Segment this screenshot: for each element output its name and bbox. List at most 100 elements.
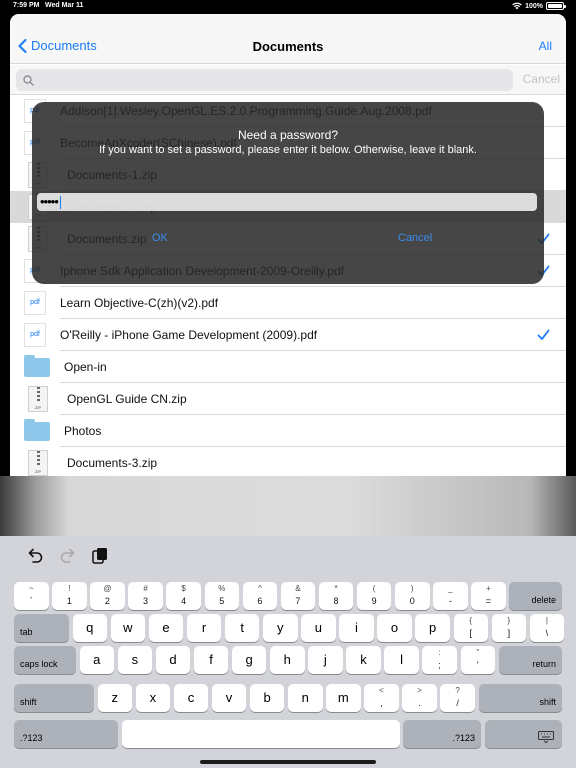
key-shift-label: * [334,584,338,593]
letter-key[interactable]: g [231,646,267,674]
key-label: ] [507,628,511,638]
file-row[interactable]: pdf O'Reilly - iPhone Game Development (2… [10,319,566,351]
symbol-key[interactable]: }] [491,614,527,642]
key-label: ; [438,660,441,670]
number-key[interactable]: ^ 6 [242,582,278,610]
file-row[interactable]: Photos [10,415,566,447]
alert-ok-button[interactable]: OK [152,232,168,244]
checkmark-icon [537,329,550,340]
password-field[interactable]: ••••• [37,193,537,211]
key-shift-label: < [379,686,384,695]
letter-key[interactable]: j [308,646,343,674]
number-key[interactable]: (9 [356,582,392,610]
letter-key[interactable]: e [148,614,184,642]
symbol-key[interactable]: " ' [460,646,495,674]
battery-percent: 100% [525,2,543,10]
key-shift-label: @ [103,584,112,593]
key-label: m [337,690,349,705]
search-field[interactable] [16,69,513,91]
shift-key-left[interactable]: shift [14,684,94,712]
key-shift-label: _ [448,584,453,593]
letter-key[interactable]: c [173,684,209,712]
symbol-key[interactable]: <, [364,684,399,712]
letter-key[interactable]: i [339,614,374,642]
letter-key[interactable]: n [288,684,323,712]
letter-key[interactable]: f [193,646,229,674]
search-input[interactable] [40,72,500,88]
number-key[interactable]: _ - [433,582,468,610]
letter-key[interactable]: x [135,684,171,712]
number-key[interactable]: @2 [90,582,125,610]
key-shift-label: ! [68,584,71,593]
letter-key[interactable]: m [326,684,361,712]
search-cancel-button[interactable]: Cancel [523,72,560,86]
number-key[interactable]: ~ ` [14,582,49,610]
select-all-button[interactable]: All [539,39,552,53]
letter-key[interactable]: w [110,614,146,642]
number-key[interactable]: % 5 [204,582,239,610]
letter-key[interactable]: a [79,646,114,674]
key-shift-label: # [143,584,148,593]
caps-lock-key[interactable]: caps lock [14,646,76,674]
letter-key[interactable]: q [72,614,107,642]
number-key[interactable]: ) 0 [395,582,430,610]
dismiss-keyboard-key[interactable] [484,720,562,748]
shift-key-right[interactable]: shift [478,684,562,712]
number-key[interactable]: & 7 [280,582,316,610]
letter-key[interactable]: o [377,614,412,642]
key-shift-label: { [469,616,473,625]
symbol-key[interactable]: ? / [440,684,475,712]
number-key[interactable]: + = [471,582,506,610]
file-row[interactable]: ZIP OpenGL Guide CN.zip [10,383,566,415]
letter-key[interactable]: d [155,646,191,674]
key-label: .?123 [20,733,43,743]
letter-key[interactable]: u [301,614,336,642]
symbol-key[interactable]: {[ [453,614,488,642]
number-key[interactable]: ! 1 [52,582,87,610]
tab-key[interactable]: tab [14,614,69,642]
undo-icon[interactable] [25,546,45,566]
key-label: 8 [333,596,339,606]
letter-key[interactable]: y [263,614,298,642]
status-bar: 7:59 PM Wed Mar 11 100% [0,0,576,14]
redo-icon[interactable] [58,546,78,566]
letter-key[interactable]: p [415,614,450,642]
numbers-key-left[interactable]: .?123 [14,720,118,748]
letter-key[interactable]: k [346,646,381,674]
folder-icon [24,419,50,441]
letter-key[interactable]: t [224,614,260,642]
number-key[interactable]: $4 [166,582,201,610]
file-row[interactable]: pdf Learn Objective-C(zh)(v2).pdf [10,287,566,319]
return-key[interactable]: return [498,646,562,674]
navigation-bar: Documents Documents All [10,14,566,64]
zip-icon-label: ZIP [34,469,42,474]
status-date: Wed Mar 11 [45,2,84,9]
file-name: OpenGL Guide CN.zip [67,392,187,406]
file-row[interactable]: Open-in [10,351,566,383]
key-shift-label: ) [410,584,414,593]
letter-key[interactable]: z [97,684,132,712]
key-label: f [209,652,213,667]
number-key[interactable]: * 8 [318,582,354,610]
space-bar[interactable] [121,720,400,748]
numbers-key-right[interactable]: .?123 [403,720,481,748]
letter-key[interactable]: r [186,614,222,642]
symbol-key[interactable]: :; [422,646,457,674]
key-label: 6 [257,596,263,606]
key-shift-label: } [507,616,511,625]
file-row[interactable]: ZIP Documents-3.zip [10,447,566,476]
symbol-key[interactable]: >. [402,684,437,712]
number-key[interactable]: #3 [128,582,163,610]
paste-icon[interactable] [90,546,110,566]
key-label: o [390,620,399,635]
blurred-backdrop [0,476,576,536]
symbol-key[interactable]: | \ [529,614,565,642]
letter-key[interactable]: v [211,684,247,712]
letter-key[interactable]: b [249,684,285,712]
letter-key[interactable]: l [384,646,419,674]
key-shift-label: ? [455,686,460,695]
delete-key[interactable]: delete [509,582,562,610]
letter-key[interactable]: s [117,646,153,674]
alert-cancel-button[interactable]: Cancel [398,232,432,244]
letter-key[interactable]: h [270,646,305,674]
